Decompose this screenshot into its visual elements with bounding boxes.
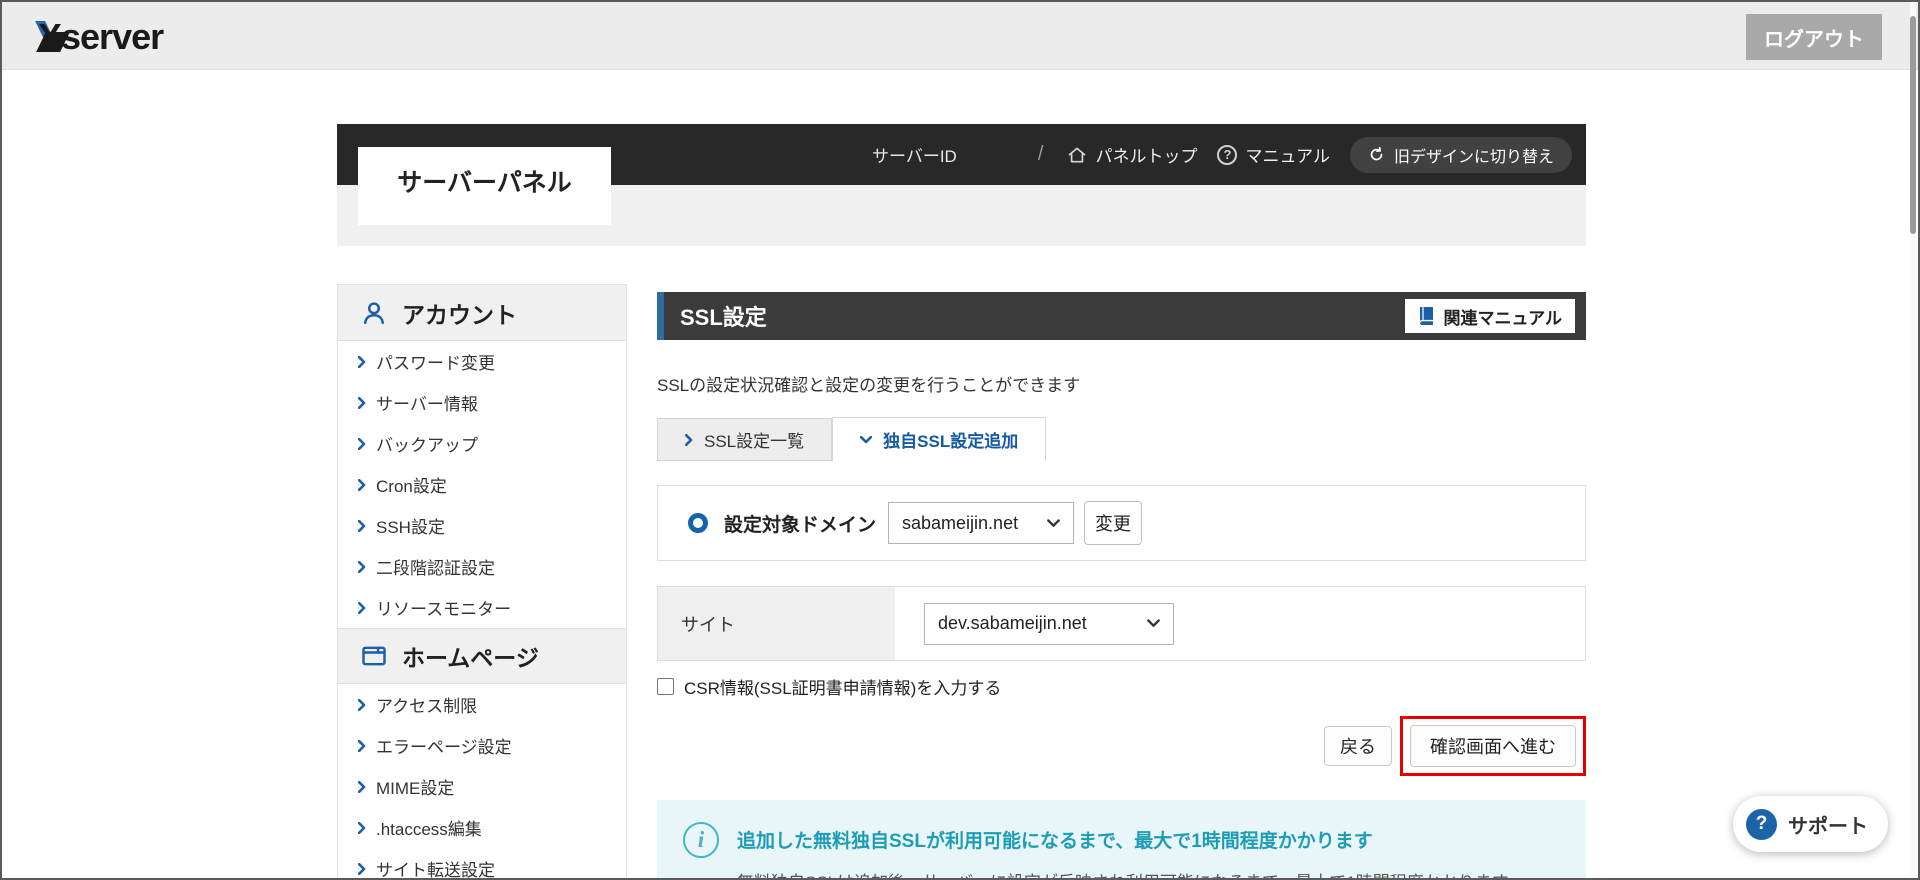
sidebar-item-password-change[interactable]: パスワード変更 [338, 341, 626, 382]
info-icon: i [683, 822, 719, 858]
book-icon [1418, 307, 1433, 325]
sidebar-item-backup[interactable]: バックアップ [338, 423, 626, 464]
sidebar-item-server-info[interactable]: サーバー情報 [338, 382, 626, 423]
site-select[interactable]: dev.sabameijin.net [924, 602, 1174, 645]
red-highlight-annotation: 確認画面へ進む [1400, 716, 1586, 776]
nav-separator: / [1037, 143, 1044, 165]
logo-x-icon: X [38, 16, 62, 57]
sidebar-item-ssh[interactable]: SSH設定 [338, 505, 626, 546]
chevron-down-icon [860, 435, 873, 443]
sidebar: アカウント パスワード変更 サーバー情報 バックアップ Cron設定 SSH設定… [337, 284, 627, 878]
chevron-right-icon [358, 478, 366, 491]
browser-icon [362, 646, 386, 666]
sidebar-item-site-transfer[interactable]: サイト転送設定 [338, 848, 626, 878]
panel-header-nav: / パネルトップ ? マニュアル 旧デザインに切り替え [1038, 124, 1572, 185]
tab-bar: SSL設定一覧 独自SSL設定追加 [657, 417, 1586, 461]
page-title-bar: SSL設定 関連マニュアル [657, 292, 1586, 340]
xserver-logo: Xserver [38, 16, 164, 57]
sidebar-section-account: アカウント [338, 285, 626, 341]
scrollbar-thumb[interactable] [1910, 16, 1916, 234]
csr-checkbox-label: CSR情報(SSL証明書申請情報)を入力する [684, 679, 1002, 698]
panel-header: サーバーパネル サーバーID / パネルトップ ? マニュアル 旧デザインに切り… [337, 124, 1586, 246]
proceed-to-confirm-button[interactable]: 確認画面へ進む [1410, 725, 1576, 767]
refresh-icon [1370, 146, 1383, 161]
server-panel-brand: サーバーパネル [358, 147, 611, 225]
tab-ssl-list[interactable]: SSL設定一覧 [657, 418, 833, 461]
manual-link[interactable]: ? マニュアル [1217, 142, 1330, 167]
switch-old-design-button[interactable]: 旧デザインに切り替え [1349, 136, 1572, 173]
chevron-right-icon [358, 519, 366, 532]
info-notice-body: 無料独自SSLは追加後、サーバーに設定が反映され利用可能になるまで、最大で1時間… [737, 868, 1524, 878]
sidebar-item-mime[interactable]: MIME設定 [338, 766, 626, 807]
panel-header-bar: サーバーパネル サーバーID / パネルトップ ? マニュアル 旧デザインに切り… [337, 124, 1586, 225]
chevron-right-icon [358, 739, 366, 752]
chevron-right-icon [358, 355, 366, 368]
chevron-right-icon [358, 821, 366, 834]
select-chevron-icon [1147, 619, 1160, 627]
chevron-right-icon [358, 437, 366, 450]
chevron-right-icon [358, 698, 366, 711]
info-notice-title: 追加した無料独自SSLが利用可能になるまで、最大で1時間程度かかります [737, 831, 1373, 852]
sidebar-item-error-page[interactable]: エラーページ設定 [338, 725, 626, 766]
chevron-right-icon [358, 601, 366, 614]
user-icon [364, 301, 384, 324]
target-domain-row: 設定対象ドメイン sabameijin.net 変更 [657, 485, 1586, 561]
site-row: サイト dev.sabameijin.net [657, 586, 1586, 661]
sidebar-item-two-factor[interactable]: 二段階認証設定 [338, 546, 626, 587]
panel-top-link[interactable]: パネルトップ [1067, 142, 1197, 167]
logout-button[interactable]: ログアウト [1746, 14, 1882, 60]
page-description: SSLの設定状況確認と設定の変更を行うことができます [657, 376, 1081, 395]
question-icon: ? [1746, 808, 1777, 840]
tab-add-ssl[interactable]: 独自SSL設定追加 [832, 417, 1047, 461]
csr-checkbox[interactable] [657, 678, 674, 695]
chevron-right-icon [358, 780, 366, 793]
info-notice: i 追加した無料独自SSLが利用可能になるまで、最大で1時間程度かかります 無料… [657, 800, 1586, 878]
browser-viewport: Xserver ログアウト サーバーパネル サーバーID / パネルトップ ? … [0, 0, 1920, 880]
back-button[interactable]: 戻る [1324, 726, 1392, 766]
radio-ring-icon [688, 513, 708, 533]
support-button[interactable]: ? サポート [1733, 796, 1888, 852]
sidebar-item-cron[interactable]: Cron設定 [338, 464, 626, 505]
related-manual-button[interactable]: 関連マニュアル [1404, 299, 1575, 333]
change-domain-button[interactable]: 変更 [1084, 501, 1143, 545]
select-chevron-icon [1047, 518, 1060, 527]
sidebar-section-homepage: ホームページ [338, 628, 626, 684]
chevron-right-icon [358, 560, 366, 573]
sidebar-item-access-restriction[interactable]: アクセス制限 [338, 684, 626, 725]
chevron-right-icon [358, 862, 366, 875]
csr-row: CSR情報(SSL証明書申請情報)を入力する [657, 674, 1586, 699]
chevron-right-icon [685, 433, 693, 446]
chevron-right-icon [358, 396, 366, 409]
sidebar-item-resource-monitor[interactable]: リソースモニター [338, 587, 626, 628]
site-label: サイト [658, 587, 895, 660]
main-content: SSL設定 関連マニュアル SSLの設定状況確認と設定の変更を行うことができます… [657, 292, 1586, 878]
form-actions: 戻る 確認画面へ進む [657, 716, 1586, 776]
sidebar-item-htaccess[interactable]: .htaccess編集 [338, 807, 626, 848]
server-id-label: サーバーID [872, 147, 957, 166]
page-title: SSL設定 [680, 305, 767, 330]
target-domain-label: 設定対象ドメイン [724, 514, 877, 536]
domain-select[interactable]: sabameijin.net [888, 502, 1075, 544]
top-bar: Xserver ログアウト [2, 2, 1918, 70]
question-circle-icon: ? [1217, 144, 1238, 165]
home-icon [1069, 147, 1086, 162]
